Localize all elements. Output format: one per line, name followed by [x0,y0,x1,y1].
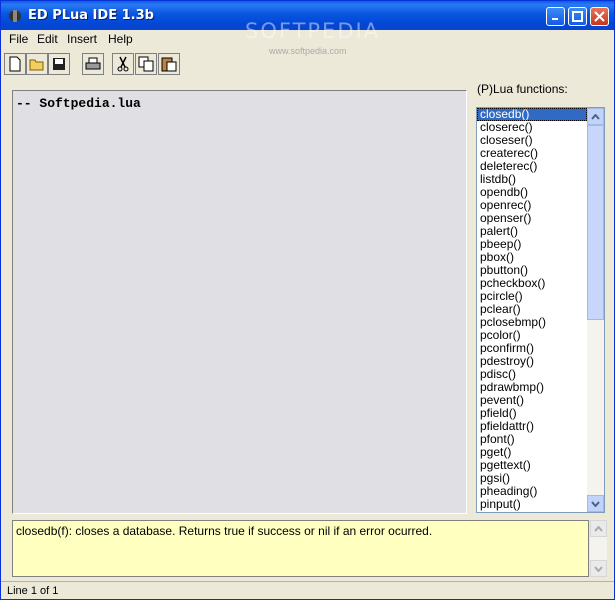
paste-button[interactable] [158,53,180,75]
status-text: Line 1 of 1 [7,585,59,597]
desc-scroll-down-button[interactable] [590,560,607,577]
description-scrollbar[interactable] [590,520,607,577]
scroll-up-button[interactable] [587,108,604,125]
title-bar[interactable]: ED PLua IDE 1.3b SOFTPEDIA [1,1,614,43]
close-icon [594,11,605,22]
menu-bar: File Edit Insert Help [1,30,614,48]
scroll-down-button[interactable] [587,495,604,512]
save-button[interactable] [48,53,70,75]
cut-button[interactable] [112,53,134,75]
print-button[interactable] [82,53,104,75]
functions-scrollbar[interactable] [587,108,604,512]
functions-list[interactable]: closedb() closerec() closeser() createrec()… [476,107,605,513]
status-bar: Line 1 of 1 [1,581,614,600]
app-window: ED PLua IDE 1.3b SOFTPEDIA www.softpedia… [0,0,615,600]
cut-icon [117,56,129,72]
menu-edit[interactable]: Edit [37,32,58,46]
chevron-up-icon [591,113,600,120]
close-button[interactable] [590,7,609,26]
new-file-icon [9,56,21,72]
menu-insert[interactable]: Insert [67,32,97,46]
minimize-icon [552,18,558,20]
new-file-button[interactable] [4,53,26,75]
open-button[interactable] [26,53,48,75]
maximize-button[interactable] [568,7,587,26]
app-icon [9,10,21,22]
save-icon [53,58,65,70]
functions-items: closedb() closerec() closeser() createrec()… [477,108,587,511]
menu-help[interactable]: Help [108,32,133,46]
paste-icon [161,57,177,72]
print-icon [85,57,101,70]
minimize-button[interactable] [546,7,565,26]
copy-icon [138,56,154,72]
code-editor[interactable]: -- Softpedia.lua [12,90,467,514]
function-description: closedb(f): closes a database. Returns t… [12,520,589,577]
open-folder-icon [29,59,44,71]
copy-button[interactable] [135,53,157,75]
maximize-icon [572,11,583,22]
description-text: closedb(f): closes a database. Returns t… [16,524,433,538]
desc-scroll-up-button[interactable] [590,520,607,537]
functions-label: (P)Lua functions: [477,82,568,96]
chevron-up-icon [594,525,603,532]
chevron-down-icon [594,565,603,572]
chevron-down-icon [591,500,600,507]
window-title: ED PLua IDE 1.3b [28,8,154,23]
menu-file[interactable]: File [9,32,28,46]
scroll-thumb[interactable] [587,125,604,320]
function-list-item[interactable]: pinput() [477,498,587,511]
editor-content: -- Softpedia.lua [16,96,141,111]
